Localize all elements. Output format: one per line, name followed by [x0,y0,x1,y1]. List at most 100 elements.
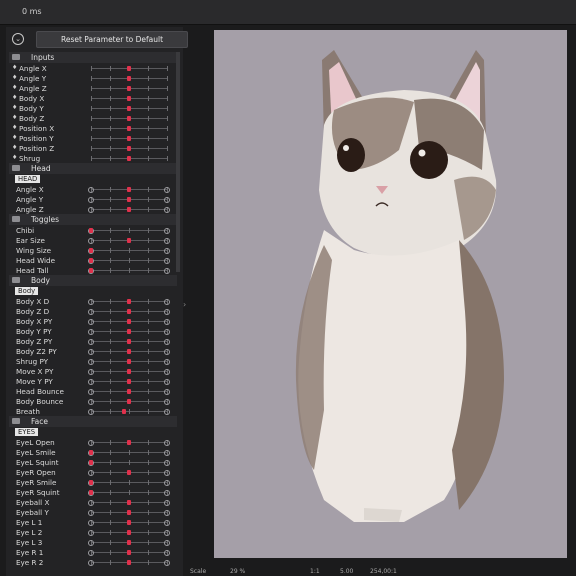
param-group[interactable]: Body [9,275,177,286]
slider-knob[interactable] [89,460,93,465]
param-row[interactable]: Eye R 1 [9,547,177,557]
param-row[interactable]: Eye L 3 [9,537,177,547]
param-row[interactable]: Angle Z [9,204,177,214]
param-slider[interactable] [88,389,170,395]
param-row[interactable]: Ear Size [9,235,177,245]
slider-knob[interactable] [127,238,131,243]
param-slider[interactable] [88,540,170,546]
param-row[interactable]: ♦ Position Z [9,143,177,153]
slider-knob[interactable] [127,550,131,555]
param-slider[interactable] [88,560,170,566]
slider-knob[interactable] [127,319,131,324]
param-row[interactable]: Breath [9,406,177,416]
param-group[interactable]: Toggles [9,214,177,225]
param-row[interactable]: Shrug PY [9,356,177,366]
param-slider[interactable] [91,136,168,141]
slider-knob[interactable] [127,66,131,71]
param-slider[interactable] [88,520,170,526]
reset-parameters-button[interactable]: Reset Parameter to Default [36,31,188,48]
param-slider[interactable] [88,329,170,335]
slider-knob[interactable] [127,207,131,212]
param-slider[interactable] [88,450,170,456]
param-row[interactable]: ♦ Angle Y [9,73,177,83]
slider-knob[interactable] [89,248,93,253]
param-row[interactable]: ♦ Shrug [9,153,177,163]
slider-knob[interactable] [127,560,131,565]
slider-knob[interactable] [127,440,131,445]
param-row[interactable]: Body X PY [9,316,177,326]
slider-knob[interactable] [127,197,131,202]
chevron-down-icon[interactable]: ⌄ [12,33,24,45]
panel-scrollbar[interactable] [176,52,180,272]
slider-knob[interactable] [127,540,131,545]
slider-knob[interactable] [127,146,131,151]
param-slider[interactable] [88,490,170,496]
param-row[interactable]: ♦ Body Y [9,103,177,113]
param-slider[interactable] [88,228,170,234]
param-group[interactable]: Face [9,416,177,427]
param-row[interactable]: Angle Y [9,194,177,204]
param-slider[interactable] [88,369,170,375]
param-row[interactable]: Angle X [9,184,177,194]
param-slider[interactable] [88,530,170,536]
param-slider[interactable] [88,299,170,305]
param-group[interactable]: Inputs [9,52,177,63]
param-row[interactable]: ♦ Body Z [9,113,177,123]
slider-knob[interactable] [127,520,131,525]
param-slider[interactable] [88,248,170,254]
param-slider[interactable] [88,379,170,385]
slider-knob[interactable] [127,530,131,535]
slider-knob[interactable] [127,309,131,314]
param-slider[interactable] [88,238,170,244]
model-canvas[interactable] [214,30,567,558]
param-row[interactable]: EyeL Open [9,437,177,447]
param-row[interactable]: EyeR Open [9,467,177,477]
param-slider[interactable] [88,510,170,516]
param-row[interactable]: Head Wide [9,255,177,265]
slider-knob[interactable] [127,349,131,354]
param-slider[interactable] [91,96,168,101]
param-slider[interactable] [88,470,170,476]
param-row[interactable]: EyeL Smile [9,447,177,457]
param-slider[interactable] [91,156,168,161]
param-row[interactable]: ♦ Position X [9,123,177,133]
param-row[interactable]: ♦ Position Y [9,133,177,143]
param-row[interactable]: Wing Size [9,245,177,255]
slider-knob[interactable] [89,450,93,455]
param-slider[interactable] [88,480,170,486]
param-row[interactable]: Move X PY [9,366,177,376]
slider-knob[interactable] [127,299,131,304]
param-slider[interactable] [88,359,170,365]
slider-knob[interactable] [127,76,131,81]
param-slider[interactable] [91,126,168,131]
param-slider[interactable] [91,66,168,71]
slider-knob[interactable] [127,86,131,91]
slider-knob[interactable] [127,339,131,344]
param-slider[interactable] [88,349,170,355]
slider-knob[interactable] [127,136,131,141]
slider-knob[interactable] [127,359,131,364]
param-slider[interactable] [88,197,170,203]
slider-knob[interactable] [127,126,131,131]
param-slider[interactable] [88,460,170,466]
param-slider[interactable] [88,409,170,415]
param-slider[interactable] [88,440,170,446]
slider-knob[interactable] [127,470,131,475]
param-slider[interactable] [91,116,168,121]
param-row[interactable]: Head Tall [9,265,177,275]
slider-knob[interactable] [127,399,131,404]
param-row[interactable]: Body Z PY [9,336,177,346]
param-row[interactable]: Eye R 2 [9,557,177,567]
param-slider[interactable] [88,339,170,345]
param-row[interactable]: Eyeball X [9,497,177,507]
param-slider[interactable] [91,106,168,111]
param-row[interactable]: Body Y PY [9,326,177,336]
param-row[interactable]: Body X D [9,296,177,306]
param-row[interactable]: Body Z2 PY [9,346,177,356]
param-row[interactable]: Eye L 2 [9,527,177,537]
slider-knob[interactable] [89,258,93,263]
param-slider[interactable] [88,399,170,405]
slider-knob[interactable] [127,369,131,374]
param-slider[interactable] [88,268,170,274]
param-slider[interactable] [91,76,168,81]
